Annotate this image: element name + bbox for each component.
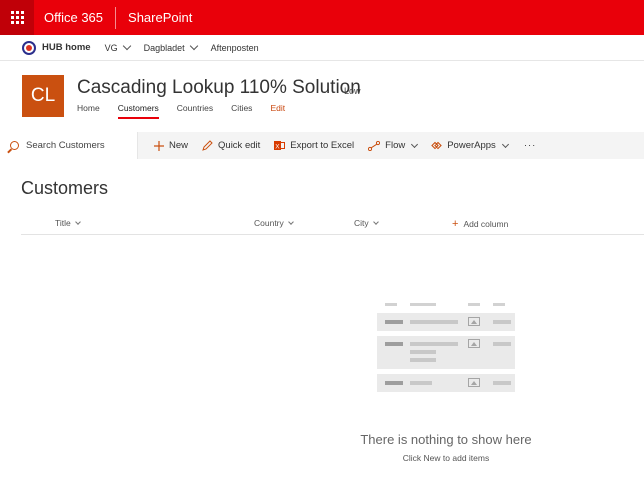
more-icon: ··· [523, 140, 537, 151]
hub-link-label: Aftenposten [210, 42, 259, 53]
site-logo[interactable]: CL [22, 75, 64, 117]
column-header-country[interactable]: Country [254, 218, 294, 228]
office365-brand-link[interactable]: Office 365 [34, 0, 115, 35]
chevron-down-icon [122, 41, 131, 51]
hub-logo-icon[interactable] [22, 40, 36, 55]
svg-text:X: X [275, 144, 280, 151]
chevron-down-icon [287, 218, 294, 225]
suite-bar: Office 365 SharePoint [0, 0, 644, 35]
search-placeholder: Search Customers [26, 140, 105, 151]
flow-icon [368, 140, 381, 151]
column-header-label: City [354, 218, 369, 228]
nav-edit-link[interactable]: Edit [270, 103, 285, 119]
sharepoint-app-link[interactable]: SharePoint [116, 10, 192, 25]
add-column-label: Add column [463, 219, 509, 229]
nav-item-cities[interactable]: Cities [231, 103, 252, 119]
hub-home-link[interactable]: HUB home [42, 42, 91, 53]
app-launcher-icon[interactable] [0, 0, 34, 35]
nav-item-home[interactable]: Home [77, 103, 100, 119]
column-header-row: Title Country City + Add column [21, 212, 644, 235]
new-button[interactable]: New [154, 140, 188, 151]
chevron-down-icon [501, 140, 509, 148]
add-column-button[interactable]: + Add column [452, 218, 508, 230]
hub-link-label: Dagbladet [143, 42, 185, 53]
pencil-icon [202, 140, 213, 151]
export-to-excel-button[interactable]: X Export to Excel [274, 140, 354, 151]
column-header-label: Title [55, 218, 71, 228]
nav-item-customers[interactable]: Customers [117, 103, 159, 119]
site-title[interactable]: Cascading Lookup 110% Solution [77, 77, 361, 99]
export-label: Export to Excel [290, 140, 355, 151]
excel-icon: X [274, 140, 286, 151]
image-placeholder-icon [468, 317, 480, 326]
search-box[interactable]: Search Customers [0, 132, 138, 159]
hub-link-aftenposten[interactable]: Aftenposten [211, 43, 259, 53]
site-classification-badge: Low [344, 86, 361, 96]
column-header-title[interactable]: Title [55, 218, 81, 228]
chevron-down-icon [189, 41, 198, 51]
powerapps-label: PowerApps [447, 140, 496, 151]
flow-label: Flow [385, 140, 406, 151]
hub-link-vg[interactable]: VG [104, 41, 131, 53]
empty-state-title: There is nothing to show here [360, 432, 532, 447]
column-header-city[interactable]: City [354, 218, 379, 228]
search-icon [10, 141, 19, 150]
chevron-down-icon [372, 218, 379, 225]
new-label: New [169, 140, 189, 151]
empty-state-subtitle: Click New to add items [402, 453, 490, 463]
hub-navigation: HUB home VG Dagbladet Aftenposten [0, 35, 644, 61]
hub-link-dagbladet[interactable]: Dagbladet [143, 41, 198, 53]
image-placeholder-icon [468, 378, 480, 387]
chevron-down-icon [74, 218, 81, 225]
command-bar: Search Customers New Quick edit X Export… [0, 132, 644, 159]
quick-edit-label: Quick edit [218, 140, 261, 151]
flow-button[interactable]: Flow [368, 140, 419, 151]
plus-icon: + [452, 218, 459, 230]
column-header-label: Country [254, 218, 284, 228]
image-placeholder-icon [468, 339, 480, 348]
quick-edit-button[interactable]: Quick edit [202, 140, 260, 151]
site-navigation: Home Customers Countries Cities Edit [77, 103, 303, 119]
page-title: Customers [21, 178, 109, 198]
more-options-button[interactable]: ··· [524, 140, 537, 151]
plus-icon [154, 140, 164, 151]
nav-item-countries[interactable]: Countries [177, 103, 213, 119]
chevron-down-icon [411, 140, 419, 148]
powerapps-button[interactable]: PowerApps [431, 140, 509, 151]
powerapps-icon [431, 141, 442, 150]
hub-link-label: VG [104, 42, 118, 53]
